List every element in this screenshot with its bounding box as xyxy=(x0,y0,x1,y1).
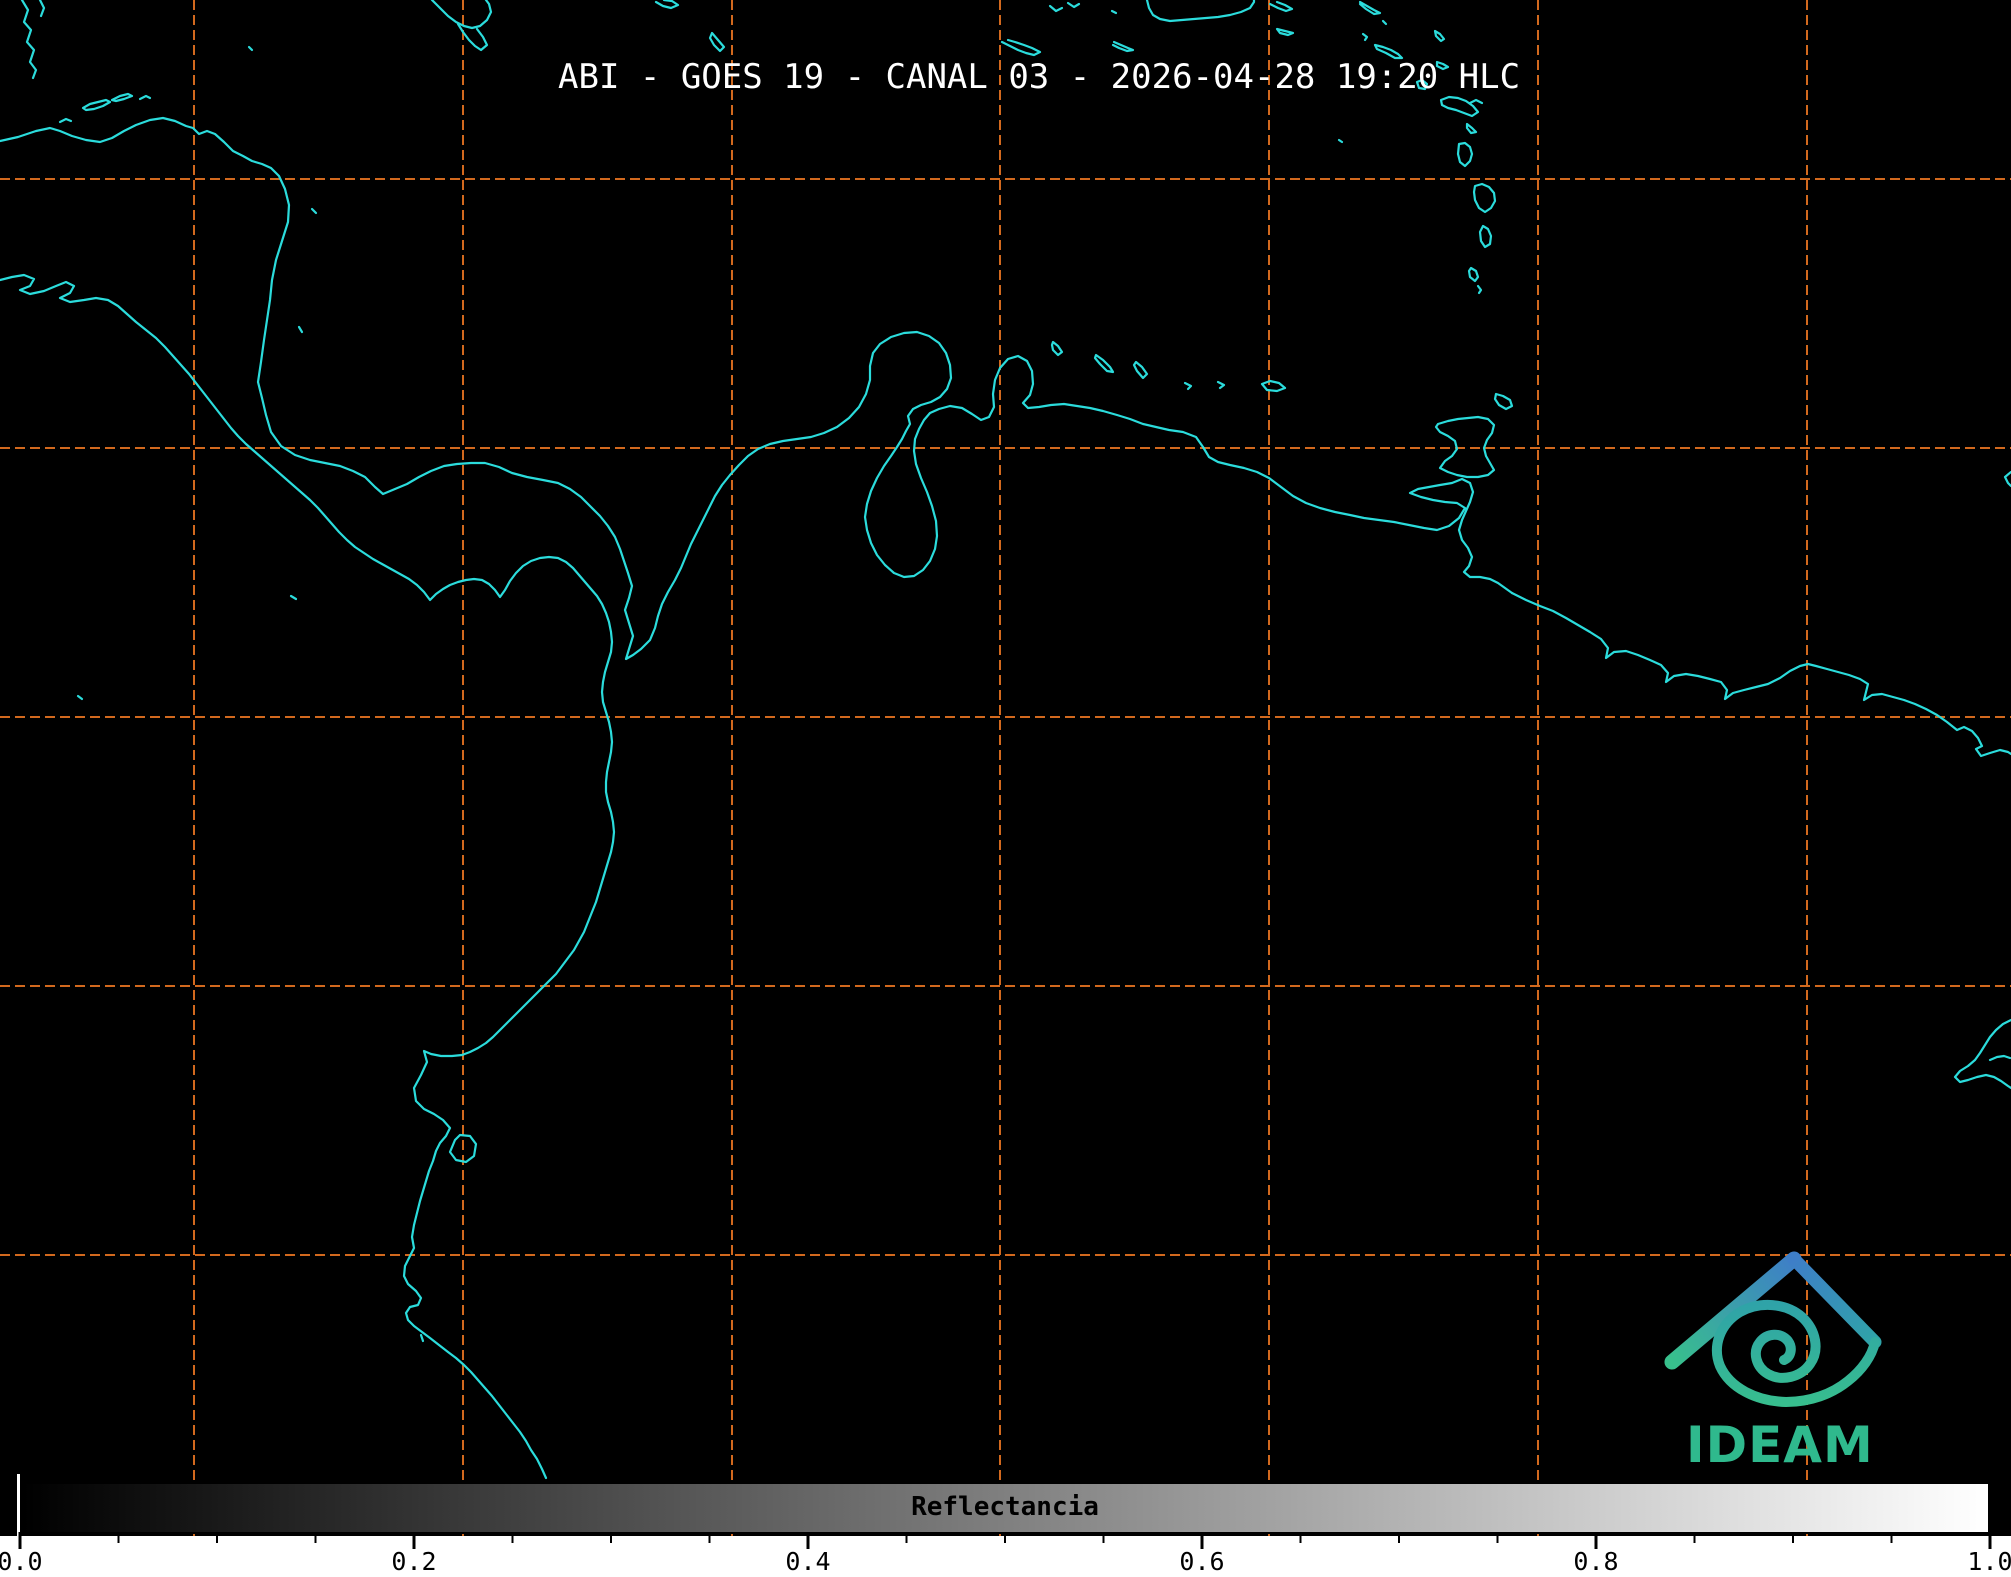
coastline-belize-coast-fragment-2 xyxy=(40,0,44,16)
coastline-bay-island-guanaja xyxy=(112,94,132,101)
coastline-top-fragment-island xyxy=(710,33,724,51)
coastline-malpelo-dot xyxy=(78,696,82,699)
colorbar-ticks xyxy=(0,1530,2011,1552)
latlon-gridlines xyxy=(0,0,2011,1536)
coastline-aruba xyxy=(1052,342,1062,355)
coastline-bay-island-roatan xyxy=(83,100,110,110)
coastline-pacific-coast xyxy=(0,275,614,1478)
coastline-st-vincent xyxy=(1474,184,1495,212)
coastline-montserrat xyxy=(1363,34,1367,40)
coastline-bay-island-small xyxy=(140,96,150,99)
colorbar-tick-label: 0.0 xyxy=(0,1547,60,1576)
coastline-la-orchila xyxy=(1218,382,1224,388)
map-canvas: IDEAM xyxy=(0,0,2011,1536)
coastline-guyana-atlantic-coast xyxy=(1512,593,2011,756)
coastline-antigua-fragments xyxy=(1360,2,1380,14)
coastline-top-fragment-swan xyxy=(656,0,678,8)
satellite-map-area: IDEAM ABI - GOES 19 - CANAL 03 - 2026-04… xyxy=(0,0,2011,1536)
coastline-mona-islet-2 xyxy=(1068,3,1079,7)
coastline-bay-island-utila xyxy=(60,119,71,122)
coastline-islet-dot xyxy=(1112,11,1116,13)
coastline-right-edge-fragment xyxy=(2005,472,2011,486)
coastline-islet-dot-3 xyxy=(1339,140,1342,142)
coastline-belize-coast-fragment xyxy=(22,0,36,78)
coastline-st-lucia xyxy=(1458,143,1472,166)
colorbar-tick-label: 0.4 xyxy=(768,1547,848,1576)
coastline-providencia-dot xyxy=(312,209,316,213)
coastline-islet-small xyxy=(1467,124,1476,133)
coastline-bonaire xyxy=(1134,362,1147,378)
coastline-islet-dot-4 xyxy=(249,47,252,50)
coastline-margarita xyxy=(1262,381,1285,391)
map-title: ABI - GOES 19 - CANAL 03 - 2026-04-28 19… xyxy=(558,57,1520,97)
satellite-image-viewer: IDEAM ABI - GOES 19 - CANAL 03 - 2026-04… xyxy=(0,0,2011,1577)
colorbar-tick-label: 0.8 xyxy=(1556,1547,1636,1576)
coastline-top-fragment-beata xyxy=(1113,42,1133,51)
colorbar-tick-label: 1.0 xyxy=(1950,1547,2011,1576)
coastline-grenada-islet xyxy=(1478,286,1481,293)
coastline-brazil-coast-fragment xyxy=(1955,1020,2011,1088)
coastline-mona-islet xyxy=(1050,6,1062,11)
coastline-isla-de-la-plata-dot xyxy=(421,1335,423,1341)
coastline-curacao xyxy=(1095,355,1113,372)
ideam-logo: IDEAM xyxy=(1672,1259,1875,1474)
coastline-dominica-north xyxy=(1435,31,1444,41)
coastline-martinique-curl xyxy=(1470,100,1482,103)
colorbar-tick-label: 0.6 xyxy=(1162,1547,1242,1576)
colorbar-tick-label: 0.2 xyxy=(374,1547,454,1576)
coastline-top-fragment-hispaniola xyxy=(1002,40,1040,55)
colorbar-label: Reflectancia xyxy=(911,1492,1099,1522)
coastline-martinique xyxy=(1441,97,1478,116)
coastline-top-fragment-loop xyxy=(432,0,491,28)
coastline-st-croix xyxy=(1277,29,1293,35)
coastlines xyxy=(0,0,2011,1478)
coastline-vieques xyxy=(1270,2,1292,11)
logo-ideam-text: IDEAM xyxy=(1686,1416,1874,1474)
coastline-los-roques xyxy=(1185,383,1191,389)
coastline-brazil-coast-fragment-2 xyxy=(1990,1056,2010,1060)
coastline-pacific-islet-dot xyxy=(291,596,296,599)
coastline-puerto-rico-south-coast xyxy=(1147,0,1254,21)
colorbar: Reflectancia xyxy=(20,1482,1990,1534)
coastline-san-andres-dot xyxy=(299,327,302,332)
coastline-islet-dot-2 xyxy=(1383,21,1386,24)
coastline-tobago xyxy=(1495,394,1512,409)
coastline-grenadines xyxy=(1480,226,1491,247)
coastline-grenada xyxy=(1469,268,1478,281)
